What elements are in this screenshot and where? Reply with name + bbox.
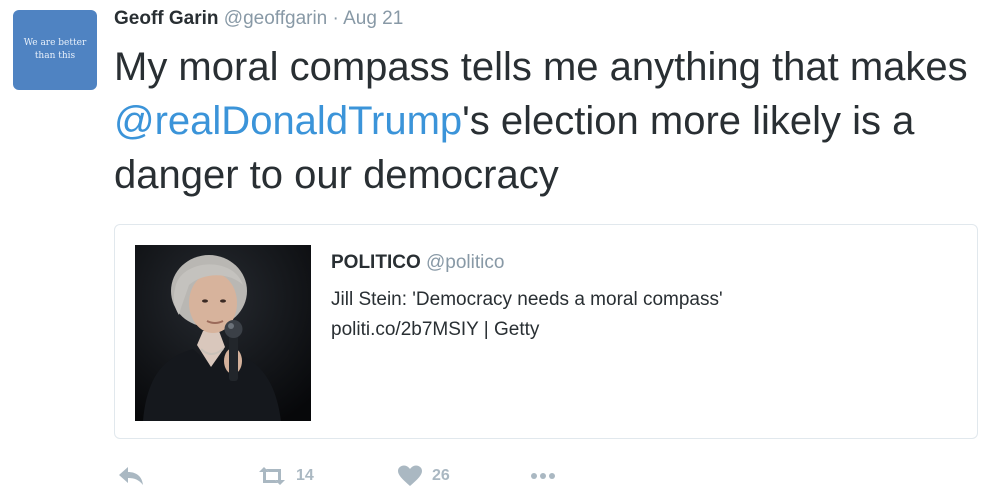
- speaker-photo: [135, 245, 311, 421]
- quoted-author-name: POLITICO: [331, 252, 421, 273]
- quoted-author-handle: @politico: [426, 252, 505, 273]
- more-options-button[interactable]: [526, 460, 560, 492]
- tweet-text: My moral compass tells me anything that …: [114, 40, 984, 202]
- tweet: We are better than this Geoff Garin @geo…: [0, 0, 997, 500]
- quoted-tweet-text: Jill Stein: 'Democracy needs a moral com…: [331, 285, 951, 345]
- avatar-text-line-1: We are better: [23, 38, 87, 48]
- author-name[interactable]: Geoff Garin: [114, 8, 219, 29]
- quoted-tweet-photo: [135, 245, 311, 421]
- like-button[interactable]: 26: [396, 460, 450, 492]
- like-count: 26: [432, 467, 450, 484]
- tweet-text-start: My moral compass tells me anything that …: [114, 45, 968, 89]
- quoted-text-line-2: politi.co/2b7MSIY | Getty: [331, 319, 540, 340]
- quoted-text-line-1: Jill Stein: 'Democracy needs a moral com…: [331, 289, 723, 310]
- more-icon: [531, 473, 555, 479]
- avatar[interactable]: We are better than this: [13, 10, 97, 90]
- tweet-timestamp[interactable]: Aug 21: [343, 8, 403, 29]
- header-separator: ·: [332, 8, 339, 29]
- reply-button[interactable]: [116, 460, 146, 492]
- author-handle[interactable]: @geoffgarin: [224, 8, 327, 29]
- quoted-tweet-header: POLITICO @politico: [331, 251, 504, 275]
- retweet-count: 14: [296, 467, 314, 484]
- retweet-button[interactable]: 14: [256, 460, 314, 492]
- heart-icon: [398, 465, 422, 486]
- quoted-tweet-card[interactable]: POLITICO @politico Jill Stein: 'Democrac…: [114, 224, 978, 439]
- avatar-text-line-2: than this: [34, 51, 76, 61]
- tweet-actions: 14 26: [114, 460, 714, 492]
- mention-link[interactable]: @realDonaldTrump: [114, 99, 462, 143]
- retweet-icon: [259, 467, 285, 485]
- tweet-header: Geoff Garin @geoffgarin · Aug 21: [114, 7, 403, 31]
- reply-icon: [119, 467, 143, 485]
